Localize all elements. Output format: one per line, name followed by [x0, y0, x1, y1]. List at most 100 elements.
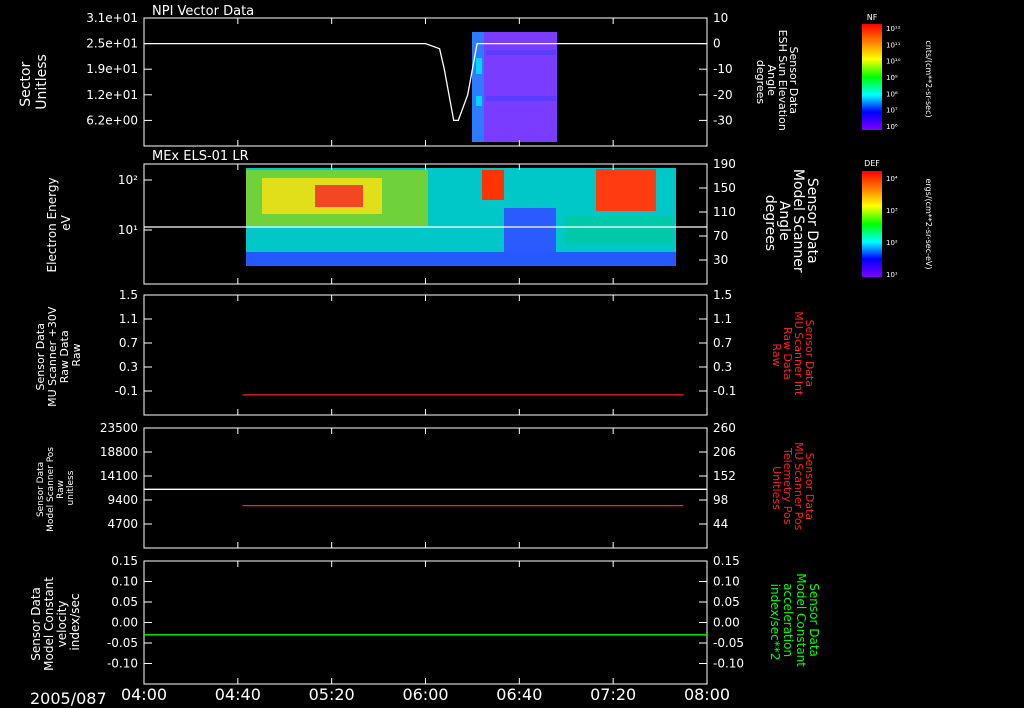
panel-5-right-tick-label: -0.05	[713, 636, 744, 650]
panel-2-right-label-line-4: degrees	[762, 195, 778, 251]
panel-1-series-line	[144, 42, 707, 122]
panel-2-right-tick-label: 150	[713, 181, 736, 195]
panel-5-left-label-line-1: Sensor Data	[29, 587, 43, 661]
panel-1-left-tick-label: 6.2e+00	[86, 113, 138, 127]
time-tick-label: 04:40	[215, 685, 261, 704]
panel-1-right-tick-label: -30	[713, 113, 733, 127]
panel-5-left-tick-label: 0.00	[111, 616, 138, 630]
panel-4-right-label: Sensor Data MU Scanner Pos Telemetry Pos…	[770, 442, 816, 534]
panel-4-left-tick-label: 4700	[107, 517, 138, 531]
panel-3-frame	[143, 294, 708, 416]
colorbar-1-tick-label: 10¹¹	[886, 41, 901, 49]
panel-1-right-tick-label: -10	[713, 62, 733, 76]
panel-5-right-label-line-3: acceleration	[781, 583, 795, 657]
panel-3-left-tick-label: -0.1	[115, 384, 138, 398]
panel-1-right-label-line-4: degrees	[754, 60, 767, 105]
panel-4-right-tick-label: 260	[713, 421, 736, 435]
panel-1-left-tick-label: 2.5e+01	[86, 37, 138, 51]
panel-1-left-label: Sector Unitless	[18, 54, 50, 110]
panel-3-right-tick-label: 1.5	[713, 288, 732, 302]
panel-4-left-tick-label: 14100	[100, 469, 138, 483]
date-label: 2005/087	[30, 689, 107, 708]
panel-5-right-tick-label: 0.05	[713, 595, 740, 609]
panel-3-right-tick-label: 1.1	[713, 312, 732, 326]
panel-3-left-tick-label: 1.5	[119, 288, 138, 302]
panel-3-right-label: Sensor Data MU Scanner Int Raw Data Raw	[770, 311, 816, 399]
panel-5-left-label-line-4: index/sec	[68, 593, 82, 650]
colorbar-2-label: DEF	[864, 159, 880, 168]
panel-2-right-tick-label: 110	[713, 205, 736, 219]
panel-4-left-tick-label: 18800	[100, 445, 138, 459]
colorbar-1-tick-label: 10¹²	[886, 25, 901, 33]
time-tick-label: 05:20	[309, 685, 355, 704]
panel-1-left-tick-label: 3.1e+01	[86, 11, 138, 25]
panel-5-left-label-line-2: Model Constant	[42, 577, 56, 671]
panel-4-frame	[143, 427, 708, 549]
panel-5-left-tick-label: -0.05	[107, 636, 138, 650]
panel-5-left-tick-label: 0.05	[111, 595, 138, 609]
panel-2-right-tick-label: 70	[713, 229, 728, 243]
panel-4-left-label-line-3: Raw	[56, 480, 66, 499]
panel-3-left-tick-label: 0.7	[119, 336, 138, 350]
panel-5-right-label-line-2: Model Constant	[794, 573, 808, 667]
panel-5-left-label-line-3: velocity	[55, 600, 69, 647]
panel-4-right-tick-label: 44	[713, 517, 728, 531]
colorbar-1-tick-label: 10⁷	[886, 107, 898, 115]
panel-3-right-tick-label: 0.3	[713, 360, 732, 374]
panel-4-left-label: Sensor Data Model Scanner Pos Raw unitle…	[36, 444, 76, 532]
panel-4-right-tick-label: 206	[713, 445, 736, 459]
panel-5-right-tick-label: 0.10	[713, 575, 740, 589]
colorbar-1-tick-label: 10⁸	[886, 90, 898, 98]
panel-3-right-tick-label: 0.7	[713, 336, 732, 350]
time-tick-label: 06:40	[496, 685, 542, 704]
panel-4-left-label-line-4: unitless	[66, 470, 76, 505]
panel-1-left-tick-label: 1.2e+01	[86, 88, 138, 102]
panel-4-right-tick-label: 98	[713, 493, 728, 507]
panel-3-left-tick-label: 1.1	[119, 312, 138, 326]
colorbar-1-units: cnts/(cm**2-sr-sec)	[924, 40, 933, 117]
panel-2-right-label: Sensor Data Model Scanner Angle degrees	[762, 169, 820, 277]
panel-5-left-tick-label: 0.10	[111, 575, 138, 589]
panel-3-left-tick-label: 0.3	[119, 360, 138, 374]
panel-2-left-label-line-1: Electron Energy	[45, 177, 59, 272]
panel-1-spectrogram	[472, 32, 557, 142]
panel-1-right-tick-label: -20	[713, 88, 733, 102]
panel-4-right-tick-label: 152	[713, 469, 736, 483]
panel-3-left-label-line-4: Raw	[70, 343, 83, 366]
panel-5-right-label: Sensor Data Model Constant acceleration …	[768, 573, 821, 671]
panel-4-left-tick-label: 9400	[107, 493, 138, 507]
colorbar-1-tick-label: 10¹⁰	[886, 58, 901, 66]
panel-5-right-label-line-1: Sensor Data	[807, 583, 821, 657]
panel-2-left-label: Electron Energy eV	[45, 174, 73, 273]
panel-1-left-tick-label: 1.9e+01	[86, 62, 138, 76]
panel-1-right-tick-label: 10	[713, 11, 728, 25]
panel-1-left-label-line-1: Sector	[18, 61, 34, 106]
panel-5-left-tick-label: 0.15	[111, 554, 138, 568]
time-tick-label: 07:20	[590, 685, 636, 704]
panel-3-left-label: Sensor Data MU Scanner +30V Raw Data Raw	[34, 303, 83, 407]
colorbar-2: DEF 10⁴ 10³ 10² 10¹ ergs/(cm**2-sr-sec-eV)	[862, 159, 933, 279]
panel-5-right-tick-label: 0.00	[713, 616, 740, 630]
panel-5-right-tick-label: 0.15	[713, 554, 740, 568]
panel-3-right-label-line-4: Raw	[770, 343, 783, 366]
panel-2-left-tick-label: 10²	[118, 173, 138, 187]
colorbar-2-tick-label: 10⁴	[886, 175, 898, 183]
time-tick-label: 06:00	[402, 685, 448, 704]
colorbar-2-tick-label: 10¹	[886, 271, 898, 279]
panel-5-right-label-line-4: index/sec**2	[768, 584, 782, 661]
colorbar-1-tick-label: 10⁶	[886, 123, 898, 131]
panel-4-right-label-line-4: Unitless	[770, 466, 783, 510]
panel-2-left-label-line-2: eV	[59, 214, 73, 230]
panel-5-frame	[143, 560, 708, 685]
panel-5-right-tick-label: -0.10	[713, 657, 744, 671]
panel-5-left-tick-label: -0.10	[107, 657, 138, 671]
multi-panel-plot: 04:00 04:40 05:20 06:00 06:40 07:20 08:00 3.1e+…	[18, 4, 933, 708]
panel-1-right-label: Sensor Data ESH Sun Elevation Angle degr…	[754, 30, 800, 135]
colorbar-2-tick-label: 10²	[886, 239, 898, 247]
colorbar-1: NF 10¹² 10¹¹ 10¹⁰ 10⁹ 10⁸ 10⁷ 10⁶ cnts/(cm**2-…	[862, 13, 933, 131]
colorbar-1-label: NF	[867, 13, 878, 22]
panel-2-spectrogram	[246, 168, 676, 266]
panel-2-left-tick-label: 10¹	[118, 223, 138, 237]
panel-4-left-label-line-1: Sensor Data	[36, 462, 46, 517]
colorbar-2-units: ergs/(cm**2-sr-sec-eV)	[924, 178, 933, 269]
